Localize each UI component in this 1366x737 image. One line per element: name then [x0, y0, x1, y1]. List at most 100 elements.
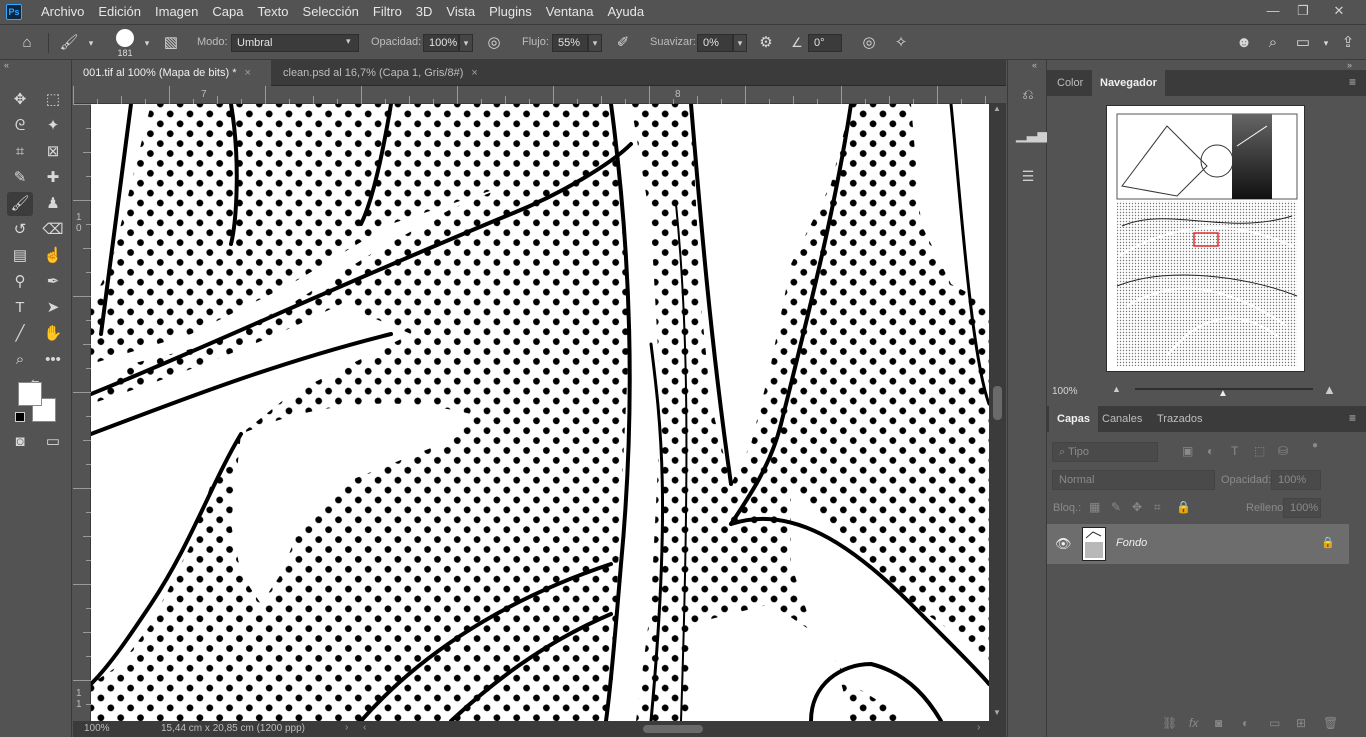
collapse-icon[interactable]: «: [1032, 60, 1037, 70]
smudge-tool-icon[interactable]: ☝: [40, 244, 66, 268]
opacity-field[interactable]: 100%: [423, 34, 459, 52]
zoom-level[interactable]: 100%: [84, 723, 110, 734]
foreground-color-swatch[interactable]: [18, 382, 42, 406]
adjustment-layer-icon[interactable]: ◐: [1242, 716, 1249, 730]
workspace-icon[interactable]: ▭: [1292, 33, 1314, 53]
restore-button[interactable]: ❐: [1288, 0, 1318, 24]
smoothing-dropdown[interactable]: ▾: [733, 34, 747, 52]
eye-icon[interactable]: 👁: [1055, 536, 1072, 552]
gradient-tool-icon[interactable]: ▤: [7, 244, 33, 268]
crop-tool-icon[interactable]: ⌗: [7, 140, 33, 164]
menu-ayuda[interactable]: Ayuda: [600, 0, 651, 24]
history-icon[interactable]: ⎌: [1016, 82, 1040, 106]
gear-icon[interactable]: ⚙: [755, 33, 777, 53]
zoom-in-icon[interactable]: ▲: [1323, 382, 1336, 397]
chevron-down-icon[interactable]: ▾: [136, 33, 158, 53]
smoothing-field[interactable]: 0%: [697, 34, 733, 52]
menu-plugins[interactable]: Plugins: [482, 0, 539, 24]
angle-field[interactable]: 0°: [808, 34, 842, 52]
new-group-icon[interactable]: ▭: [1269, 716, 1280, 730]
flow-dropdown[interactable]: ▾: [588, 34, 602, 52]
filter-pixel-icon[interactable]: ▣: [1182, 444, 1193, 458]
menu-3d[interactable]: 3D: [409, 0, 440, 24]
user-share-icon[interactable]: ☻: [1233, 33, 1255, 53]
menu-archivo[interactable]: Archivo: [34, 0, 91, 24]
menu-edicion[interactable]: Edición: [91, 0, 148, 24]
close-icon[interactable]: ×: [244, 67, 250, 79]
panel-menu-icon[interactable]: ≡: [1349, 75, 1356, 89]
menu-capa[interactable]: Capa: [205, 0, 250, 24]
horizontal-scrollbar-thumb[interactable]: [643, 725, 703, 733]
hand-tool-icon[interactable]: ✋: [40, 322, 66, 346]
zoom-slider-handle[interactable]: ▲: [1218, 388, 1228, 399]
pen-tool-icon[interactable]: ✒: [40, 270, 66, 294]
type-tool-icon[interactable]: T: [7, 296, 33, 320]
brush-tool-icon[interactable]: 🖌: [7, 192, 33, 216]
scroll-right-icon[interactable]: ›: [977, 722, 980, 733]
close-button[interactable]: ✕: [1324, 0, 1354, 24]
brush-preset-swatch[interactable]: [116, 29, 134, 47]
navigator-zoom[interactable]: 100%: [1052, 386, 1078, 397]
tab-document-clean[interactable]: clean.psd al 16,7% (Capa 1, Gris/8#) ×: [273, 60, 488, 86]
tab-layers[interactable]: Capas: [1049, 406, 1099, 432]
close-icon[interactable]: ×: [471, 67, 477, 79]
opacity-dropdown[interactable]: ▾: [459, 34, 473, 52]
chevron-down-icon[interactable]: ▾: [1315, 33, 1337, 53]
histogram-icon[interactable]: ▁▃▅: [1016, 122, 1048, 146]
clone-stamp-icon[interactable]: ♟: [40, 192, 66, 216]
scroll-up-icon[interactable]: ▲: [993, 104, 1001, 113]
filter-shape-icon[interactable]: ⬚: [1254, 444, 1265, 458]
dodge-tool-icon[interactable]: ⚲: [7, 270, 33, 294]
tab-document-001[interactable]: 001.tif al 100% (Mapa de bits) * ×: [73, 60, 271, 86]
link-layers-icon[interactable]: ⛓: [1162, 716, 1177, 730]
tab-channels[interactable]: Canales: [1094, 406, 1150, 432]
filter-toggle-icon[interactable]: ●: [1312, 440, 1318, 451]
zoom-tool-icon[interactable]: ⌕: [7, 348, 33, 372]
default-colors-icon[interactable]: [15, 412, 25, 422]
layer-row-fondo[interactable]: 👁 Fondo 🔒: [1047, 524, 1349, 564]
menu-texto[interactable]: Texto: [250, 0, 295, 24]
brush-tool-icon[interactable]: 🖌: [58, 33, 80, 53]
search-icon[interactable]: ⌕: [1262, 33, 1284, 53]
quick-mask-icon[interactable]: ◙: [7, 430, 33, 454]
trash-icon[interactable]: 🗑: [1323, 716, 1338, 730]
menu-filtro[interactable]: Filtro: [366, 0, 409, 24]
menu-ventana[interactable]: Ventana: [539, 0, 601, 24]
layer-opacity-field[interactable]: 100%: [1271, 470, 1321, 490]
blend-mode-select[interactable]: Normal: [1052, 470, 1215, 490]
scrollbar-thumb[interactable]: [993, 386, 1002, 420]
zoom-out-icon[interactable]: ▲: [1112, 384, 1121, 394]
add-mask-icon[interactable]: ◙: [1215, 716, 1222, 730]
flow-field[interactable]: 55%: [552, 34, 588, 52]
magic-wand-icon[interactable]: ✦: [40, 114, 66, 138]
mode-select[interactable]: Umbral: [231, 34, 359, 52]
collapse-icon[interactable]: «: [4, 60, 9, 70]
tab-navigator[interactable]: Navegador: [1092, 70, 1165, 96]
tab-paths[interactable]: Trazados: [1149, 406, 1210, 432]
eraser-icon[interactable]: ⌫: [40, 218, 66, 242]
adjustments-icon[interactable]: ☰: [1016, 164, 1040, 188]
panel-menu-icon[interactable]: ≡: [1349, 411, 1356, 425]
lasso-tool-icon[interactable]: ᘓ: [7, 114, 33, 138]
scroll-down-icon[interactable]: ▼: [993, 708, 1001, 717]
lock-position-icon[interactable]: ✥: [1132, 500, 1142, 514]
home-icon[interactable]: ⌂: [16, 33, 38, 53]
eyedropper-icon[interactable]: ✎: [7, 166, 33, 190]
menu-vista[interactable]: Vista: [439, 0, 482, 24]
document-canvas[interactable]: [91, 104, 989, 721]
vertical-scrollbar[interactable]: ▲ ▼: [989, 104, 1006, 721]
more-tools-icon[interactable]: •••: [40, 348, 66, 372]
layer-name[interactable]: Fondo: [1116, 537, 1147, 549]
chevron-down-icon[interactable]: ▾: [80, 33, 102, 53]
lock-all-icon[interactable]: 🔒: [1176, 500, 1191, 514]
airbrush-icon[interactable]: ✐: [612, 33, 634, 53]
brush-settings-icon[interactable]: ▧: [160, 33, 182, 53]
screen-mode-icon[interactable]: ▭: [40, 430, 66, 454]
navigator-thumbnail[interactable]: [1106, 105, 1305, 372]
frame-tool-icon[interactable]: ⊠: [40, 140, 66, 164]
lock-pixels-icon[interactable]: ✎: [1111, 500, 1121, 514]
move-tool-icon[interactable]: ✥: [7, 88, 33, 112]
history-brush-icon[interactable]: ↺: [7, 218, 33, 242]
fill-field[interactable]: 100%: [1283, 498, 1321, 518]
filter-type-icon[interactable]: T: [1231, 444, 1238, 458]
